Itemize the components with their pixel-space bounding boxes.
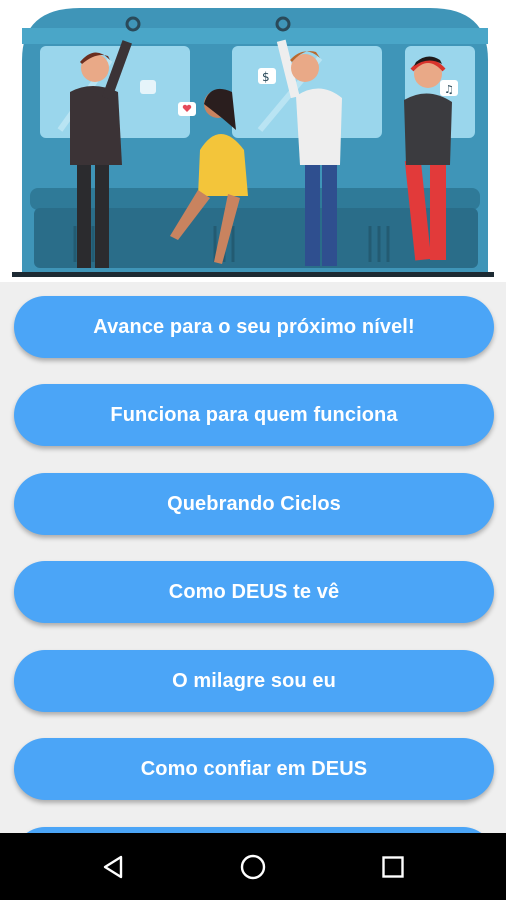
system-navigation-bar (0, 833, 506, 900)
menu-button-2[interactable]: Funciona para quem funciona (14, 384, 494, 446)
subway-scene-illustration: $ ♫ (12, 8, 494, 277)
svg-text:$: $ (262, 70, 270, 84)
circle-home-icon (240, 854, 266, 879)
back-button[interactable] (73, 833, 153, 900)
menu-list[interactable]: Avance para o seu próximo nível! Funcion… (0, 282, 506, 833)
recents-button[interactable] (353, 833, 433, 900)
menu-button-1[interactable]: Avance para o seu próximo nível! (14, 296, 494, 358)
menu-button-3[interactable]: Quebrando Ciclos (14, 473, 494, 535)
square-recents-icon (382, 855, 404, 878)
menu-button-6[interactable]: Como confiar em DEUS (14, 738, 494, 800)
triangle-back-icon (103, 855, 123, 878)
header-illustration: $ ♫ (0, 0, 506, 282)
menu-button-4[interactable]: Como DEUS te vê (14, 561, 494, 623)
svg-text:♫: ♫ (444, 83, 454, 96)
home-button[interactable] (213, 833, 293, 900)
menu-button-5[interactable]: O milagre sou eu (14, 650, 494, 712)
